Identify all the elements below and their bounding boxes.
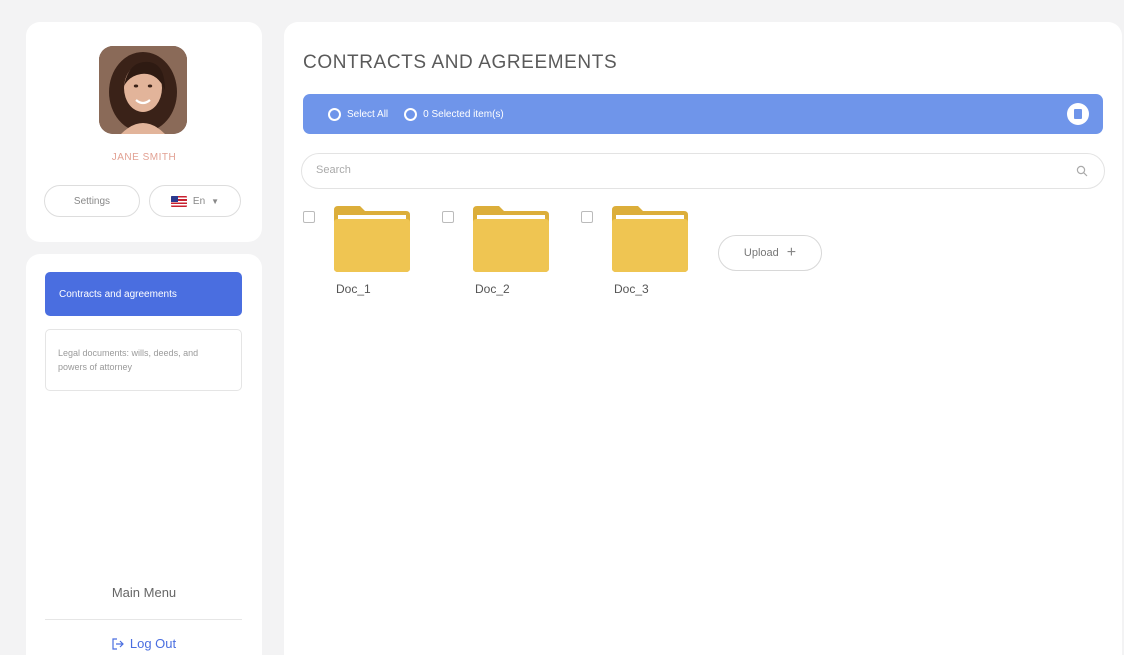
delete-button[interactable] bbox=[1067, 103, 1089, 125]
main-panel: CONTRACTS AND AGREEMENTS Select All 0 Se… bbox=[284, 22, 1122, 655]
sidebar-item-label: Contracts and agreements bbox=[59, 288, 177, 300]
avatar bbox=[99, 46, 187, 134]
select-all-radio[interactable] bbox=[328, 107, 341, 121]
sidebar-item-legal-documents[interactable]: Legal documents: wills, deeds, and power… bbox=[45, 329, 242, 391]
file-item[interactable]: Doc_1 bbox=[303, 206, 413, 306]
selected-items-label: 0 Selected item(s) bbox=[423, 108, 504, 120]
page-title: CONTRACTS AND AGREEMENTS bbox=[303, 52, 618, 73]
logout-button[interactable]: Log Out bbox=[26, 636, 262, 651]
file-checkbox[interactable] bbox=[581, 211, 593, 223]
upload-label: Upload bbox=[743, 247, 779, 259]
file-name: Doc_3 bbox=[614, 282, 649, 296]
main-menu-link[interactable]: Main Menu bbox=[26, 585, 262, 600]
selection-toolbar: Select All 0 Selected item(s) bbox=[303, 94, 1103, 134]
search-icon[interactable] bbox=[1076, 165, 1088, 177]
file-item[interactable]: Doc_3 bbox=[581, 206, 691, 306]
select-all-toggle[interactable]: Select All bbox=[328, 107, 389, 121]
divider bbox=[45, 619, 242, 620]
file-name: Doc_1 bbox=[336, 282, 371, 296]
file-checkbox[interactable] bbox=[442, 211, 454, 223]
settings-label: Settings bbox=[73, 195, 111, 207]
selected-items-indicator[interactable]: 0 Selected item(s) bbox=[404, 107, 504, 121]
search-input[interactable] bbox=[316, 164, 1056, 176]
upload-button[interactable]: Upload + bbox=[718, 235, 822, 271]
selected-items-radio[interactable] bbox=[404, 107, 418, 121]
us-flag-icon bbox=[170, 195, 187, 207]
sidebar-menu: Contracts and agreements Legal documents… bbox=[26, 254, 262, 655]
file-name: Doc_2 bbox=[475, 282, 510, 296]
language-label: En bbox=[192, 195, 206, 207]
language-selector[interactable]: En ▼ bbox=[149, 185, 241, 217]
settings-button[interactable]: Settings bbox=[44, 185, 140, 217]
file-item[interactable]: Doc_2 bbox=[442, 206, 552, 306]
logout-label: Log Out bbox=[129, 636, 177, 651]
logout-icon bbox=[112, 637, 124, 650]
folder-icon bbox=[473, 206, 549, 272]
select-all-label: Select All bbox=[347, 108, 389, 120]
profile-card: JANE SMITH Settings En ▼ bbox=[26, 22, 262, 242]
sidebar-item-label: Legal documents: wills, deeds, and power… bbox=[58, 348, 199, 372]
chevron-down-icon: ▼ bbox=[211, 196, 220, 206]
folder-icon bbox=[612, 206, 688, 272]
plus-icon: + bbox=[786, 244, 797, 261]
search-bar bbox=[301, 153, 1105, 189]
trash-icon bbox=[1074, 109, 1082, 119]
sidebar-item-contracts[interactable]: Contracts and agreements bbox=[45, 272, 242, 316]
folder-icon bbox=[334, 206, 410, 272]
user-name: JANE SMITH bbox=[111, 152, 177, 163]
file-checkbox[interactable] bbox=[303, 211, 315, 223]
